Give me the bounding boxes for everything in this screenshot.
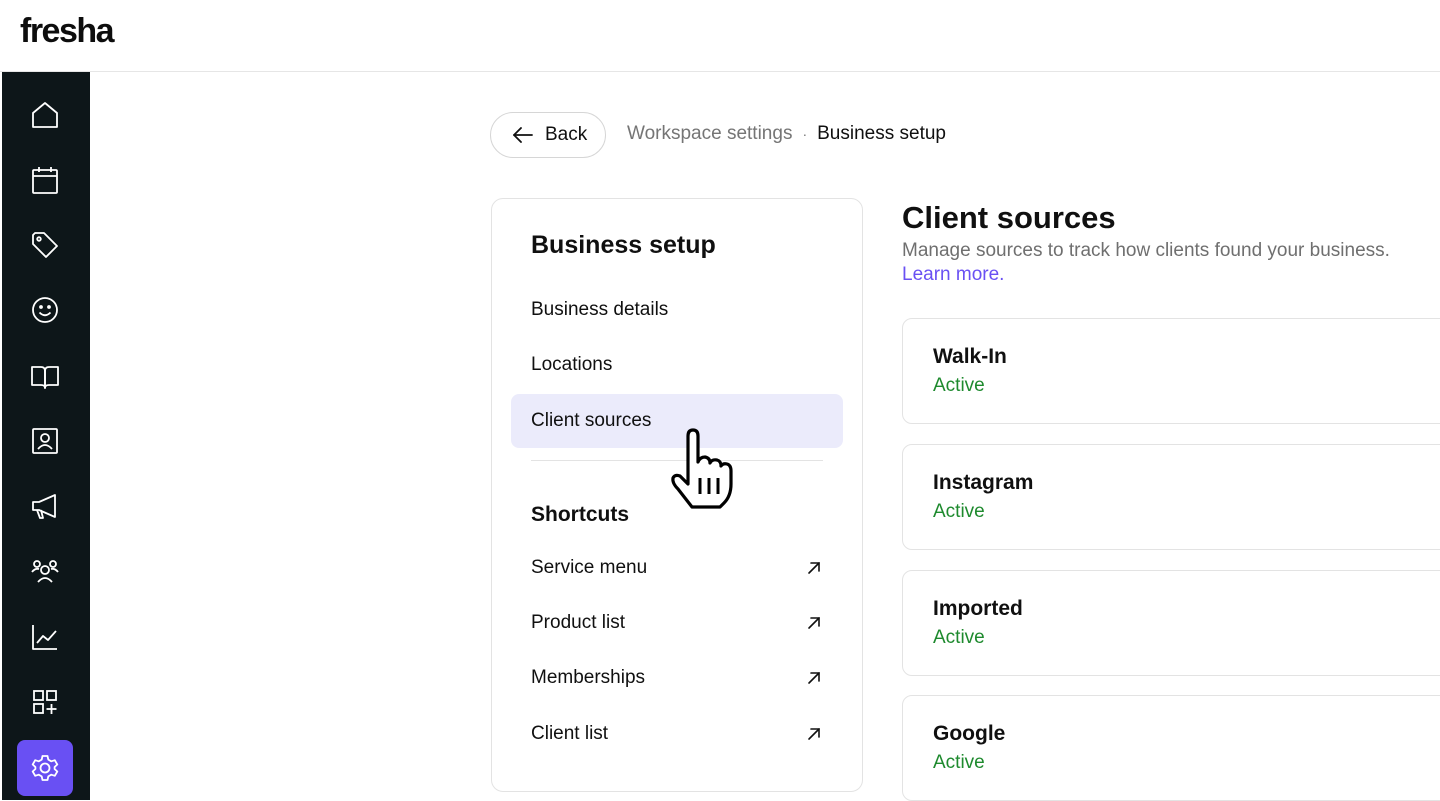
menu-item-client-sources[interactable]: Client sources <box>511 394 843 448</box>
learn-more-link[interactable]: Learn more. <box>902 264 1004 286</box>
source-name: Imported <box>933 597 1023 620</box>
shortcut-client-list[interactable]: Client list <box>511 709 843 759</box>
breadcrumb-separator: · <box>802 126 808 142</box>
arrow-up-right-icon <box>808 672 820 684</box>
back-button[interactable]: Back <box>490 112 606 158</box>
source-name: Google <box>933 722 1006 745</box>
source-card-walk-in[interactable]: Walk-In Active <box>902 318 1440 424</box>
shortcut-service-menu[interactable]: Service menu <box>511 543 843 593</box>
main-content: Back Workspace settings · Business setup… <box>90 72 1440 801</box>
arrow-left-icon <box>513 127 533 143</box>
breadcrumb-workspace-settings[interactable]: Workspace settings <box>627 123 792 145</box>
arrow-up-right-icon <box>808 728 820 740</box>
shortcut-label: Product list <box>531 612 625 633</box>
shortcut-label: Memberships <box>531 667 646 688</box>
nav-calendar[interactable] <box>17 152 73 208</box>
breadcrumb: Workspace settings · Business setup <box>627 123 946 145</box>
status-badge: Active <box>933 375 985 396</box>
sidebar-nav <box>2 72 90 800</box>
source-card-instagram[interactable]: Instagram Active <box>902 444 1440 550</box>
nav-settings[interactable] <box>17 740 73 796</box>
source-card-google[interactable]: Google Active <box>902 695 1440 801</box>
status-badge: Active <box>933 752 985 773</box>
tag-icon <box>32 232 58 258</box>
breadcrumb-current: Business setup <box>817 123 946 144</box>
nav-team[interactable] <box>17 543 73 599</box>
menu-divider <box>531 460 823 461</box>
source-card-imported[interactable]: Imported Active <box>902 570 1440 676</box>
nav-reports[interactable] <box>17 609 73 665</box>
top-bar: fresha <box>0 0 1440 72</box>
source-name: Instagram <box>933 471 1034 494</box>
back-label: Back <box>545 124 588 145</box>
chart-icon <box>32 625 57 650</box>
page-description: Manage sources to track how clients foun… <box>902 240 1390 261</box>
arrow-up-right-icon <box>808 617 820 629</box>
shortcut-label: Service menu <box>531 557 648 578</box>
nav-home[interactable] <box>17 87 73 143</box>
nav-marketing[interactable] <box>17 478 73 534</box>
calendar-icon <box>32 167 58 194</box>
nav-clients[interactable] <box>17 282 73 338</box>
shortcut-label: Client list <box>531 723 609 744</box>
nav-add-ons[interactable] <box>17 674 73 730</box>
megaphone-icon <box>32 494 56 519</box>
status-badge: Active <box>933 501 985 522</box>
team-icon <box>31 560 59 583</box>
menu-title: Business setup <box>531 231 716 259</box>
status-badge: Active <box>933 627 985 648</box>
business-setup-menu: Business setup Business details Location… <box>491 198 863 792</box>
menu-item-business-details[interactable]: Business details <box>511 283 843 337</box>
add-apps-icon <box>33 690 57 714</box>
source-name: Walk-In <box>933 345 1007 368</box>
shortcuts-title: Shortcuts <box>531 503 630 526</box>
nav-team-profile[interactable] <box>17 413 73 469</box>
book-icon <box>31 366 59 389</box>
settings-gear-icon <box>31 755 59 781</box>
shortcut-memberships[interactable]: Memberships <box>511 653 843 703</box>
smiley-icon <box>32 297 58 323</box>
fresha-logo[interactable]: fresha <box>20 12 115 51</box>
nav-catalog[interactable] <box>17 348 73 404</box>
menu-item-locations[interactable]: Locations <box>511 338 843 392</box>
contact-card-icon <box>32 428 58 454</box>
page-title: Client sources <box>902 200 1116 235</box>
nav-sales[interactable] <box>17 217 73 273</box>
home-icon <box>32 102 58 128</box>
shortcut-product-list[interactable]: Product list <box>511 598 843 648</box>
arrow-up-right-icon <box>808 562 820 574</box>
